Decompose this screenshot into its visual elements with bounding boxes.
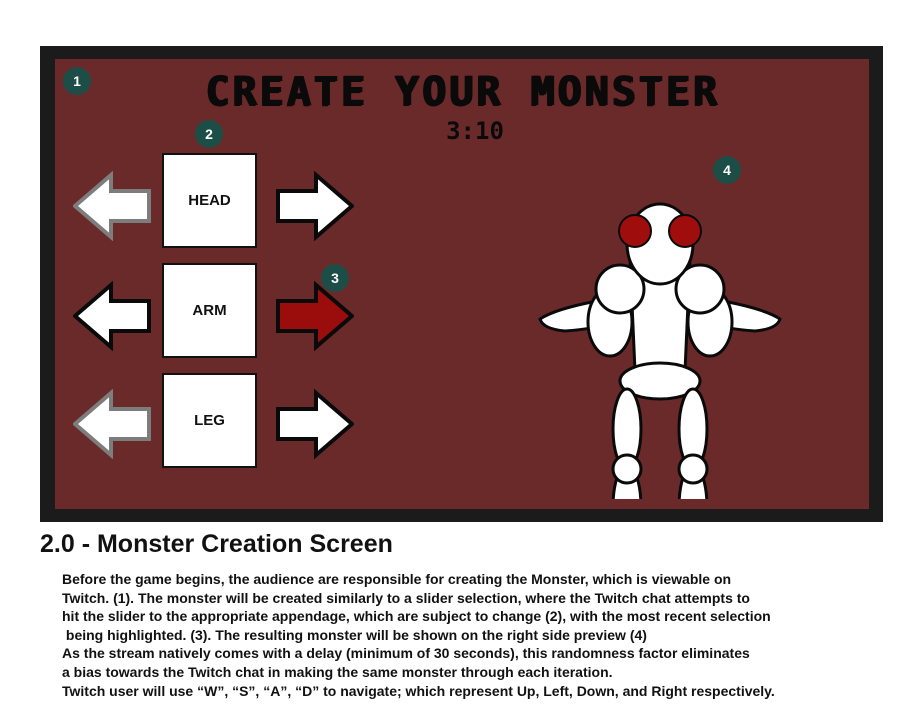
countdown-timer: 3:10: [446, 117, 504, 145]
callout-badge-3: 3: [321, 264, 349, 292]
game-title: CREATE YOUR MONSTER: [204, 69, 720, 115]
description-line: hit the slider to the appropriate append…: [62, 608, 771, 625]
game-screen: 1 CREATE YOUR MONSTER 3:10 2 HEAD ARM 3 …: [55, 59, 869, 509]
leg-next-arrow-icon[interactable]: [274, 389, 354, 459]
game-window-frame: 1 CREATE YOUR MONSTER 3:10 2 HEAD ARM 3 …: [40, 46, 883, 522]
arm-slot[interactable]: ARM: [162, 263, 257, 358]
arm-prev-arrow-icon[interactable]: [73, 281, 153, 351]
description-line: Before the game begins, the audience are…: [62, 571, 732, 587]
callout-badge-4: 4: [713, 156, 741, 184]
description-line: being highlighted. (3). The resulting mo…: [62, 626, 647, 643]
head-slot[interactable]: HEAD: [162, 153, 257, 248]
monster-right-eye: [668, 214, 702, 248]
callout-badge-2: 2: [195, 120, 223, 148]
description-line: Twitch user will use “W”, “S”, “A”, “D” …: [62, 682, 775, 699]
leg-slot[interactable]: LEG: [162, 373, 257, 468]
leg-prev-arrow-icon[interactable]: [73, 389, 153, 459]
arm-next-arrow-icon-highlighted[interactable]: [274, 281, 354, 351]
description-line: Twitch. (1). The monster will be created…: [62, 589, 750, 606]
section-heading: 2.0 - Monster Creation Screen: [40, 530, 393, 558]
description-line: As the stream natively comes with a dela…: [62, 645, 750, 662]
description-line: a bias towards the Twitch chat in making…: [62, 663, 613, 680]
monster-preview: [535, 139, 785, 509]
section-description: Before the game begins, the audience are…: [62, 570, 917, 700]
head-next-arrow-icon[interactable]: [274, 171, 354, 241]
monster-left-eye: [618, 214, 652, 248]
head-prev-arrow-icon[interactable]: [73, 171, 153, 241]
